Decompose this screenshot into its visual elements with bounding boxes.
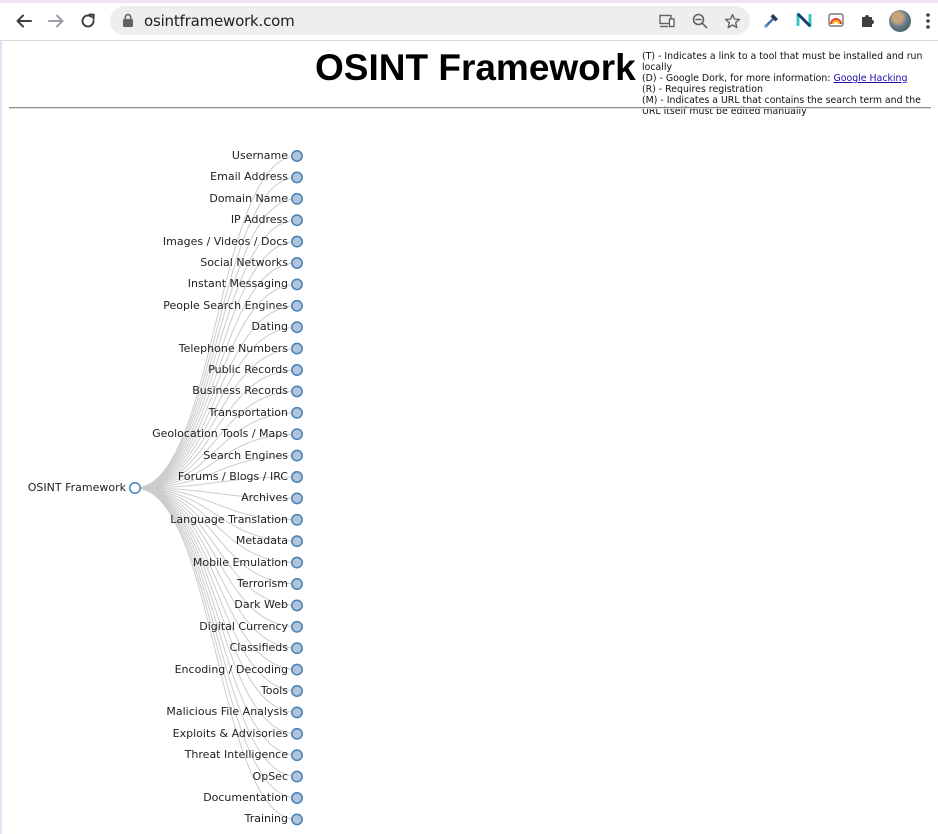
tree-label-archives[interactable]: Archives: [241, 491, 288, 504]
tree-node-terrorism[interactable]: [291, 578, 303, 590]
tree-node-public-records[interactable]: [291, 364, 303, 376]
tree-node-telephone-numbers[interactable]: [291, 342, 303, 355]
tree-node-archives[interactable]: [291, 492, 303, 505]
tree-label-username[interactable]: Username: [232, 149, 288, 162]
tree-node-language-translation[interactable]: [291, 513, 303, 526]
tree-node-domain-name[interactable]: [291, 192, 303, 205]
tree-node-social-networks[interactable]: [291, 257, 303, 269]
tree-node-ip-address[interactable]: [291, 214, 303, 227]
tree-label-language-translation[interactable]: Language Translation: [170, 513, 288, 526]
tree-label-instant-messaging[interactable]: Instant Messaging: [188, 277, 288, 290]
tree-label-terrorism[interactable]: Terrorism: [237, 577, 288, 590]
tree-label-opsec[interactable]: OpSec: [253, 770, 288, 783]
tree-node-tools[interactable]: [291, 685, 303, 697]
tree-node-exploits-advisories[interactable]: [291, 727, 303, 740]
tree-label-tools[interactable]: Tools: [261, 684, 288, 697]
tree-label-dating[interactable]: Dating: [251, 320, 288, 333]
tree-label-ip-address[interactable]: IP Address: [231, 213, 288, 226]
tree-node-images-videos-docs[interactable]: [291, 235, 303, 248]
tree-node-malicious-file-analysis[interactable]: [291, 706, 303, 719]
tree-label-social-networks[interactable]: Social Networks: [200, 256, 288, 269]
tree-label-classifieds[interactable]: Classifieds: [230, 641, 288, 654]
tree-node-training[interactable]: [291, 813, 303, 826]
tree-label-telephone-numbers[interactable]: Telephone Numbers: [179, 342, 288, 355]
tree-node-digital-currency[interactable]: [291, 620, 303, 633]
tree-node-username[interactable]: [291, 150, 303, 162]
tree-node-instant-messaging[interactable]: [291, 278, 303, 291]
tree-label-metadata[interactable]: Metadata: [236, 534, 288, 547]
tree-node-dating[interactable]: [291, 321, 303, 334]
tree-node-classifieds[interactable]: [291, 642, 303, 655]
tree-label-dark-web[interactable]: Dark Web: [234, 598, 288, 611]
tree-node-people-search-engines[interactable]: [291, 299, 303, 312]
tree-label-people-search-engines[interactable]: People Search Engines: [163, 299, 288, 312]
tree-node-dark-web[interactable]: [291, 599, 303, 612]
tree-label-images-videos-docs[interactable]: Images / Videos / Docs: [163, 235, 288, 248]
tree-node-geolocation-tools-maps[interactable]: [291, 428, 303, 441]
tree-label-digital-currency[interactable]: Digital Currency: [199, 620, 288, 633]
tree-label-business-records[interactable]: Business Records: [192, 384, 288, 397]
tree-label-training[interactable]: Training: [245, 812, 288, 825]
osint-tree: [129, 150, 303, 826]
tree-node-documentation[interactable]: [291, 792, 303, 804]
tree-node-mobile-emulation[interactable]: [291, 556, 303, 569]
tree-node-opsec[interactable]: [291, 770, 303, 783]
tree-label-exploits-advisories[interactable]: Exploits & Advisories: [173, 727, 288, 740]
tree-label-mobile-emulation[interactable]: Mobile Emulation: [193, 556, 288, 569]
tree-label-email-address[interactable]: Email Address: [210, 170, 288, 183]
tree-label-encoding-decoding[interactable]: Encoding / Decoding: [175, 663, 288, 676]
tree-label-domain-name[interactable]: Domain Name: [209, 192, 288, 205]
tree-node-transportation[interactable]: [291, 406, 303, 419]
tree-node-forums-blogs-irc[interactable]: [291, 471, 303, 483]
tree-node-email-address[interactable]: [291, 171, 303, 184]
tree-node-encoding-decoding[interactable]: [291, 663, 303, 676]
tree-label-forums-blogs-irc[interactable]: Forums / Blogs / IRC: [178, 470, 288, 483]
tree-node-business-records[interactable]: [291, 385, 303, 398]
tree-label-threat-intelligence[interactable]: Threat Intelligence: [185, 748, 288, 761]
tree-node-metadata[interactable]: [291, 535, 303, 548]
tree-root-label[interactable]: OSINT Framework: [28, 481, 126, 494]
tree-label-transportation[interactable]: Transportation: [209, 406, 288, 419]
tree-label-search-engines[interactable]: Search Engines: [203, 449, 288, 462]
tree-node-search-engines[interactable]: [291, 449, 303, 462]
tree-label-malicious-file-analysis[interactable]: Malicious File Analysis: [166, 705, 288, 718]
tree-label-public-records[interactable]: Public Records: [208, 363, 288, 376]
tree-node-threat-intelligence[interactable]: [291, 749, 303, 762]
tree-label-geolocation-tools-maps[interactable]: Geolocation Tools / Maps: [152, 427, 288, 440]
tree-label-documentation[interactable]: Documentation: [203, 791, 288, 804]
tree-node-root[interactable]: [129, 482, 141, 494]
